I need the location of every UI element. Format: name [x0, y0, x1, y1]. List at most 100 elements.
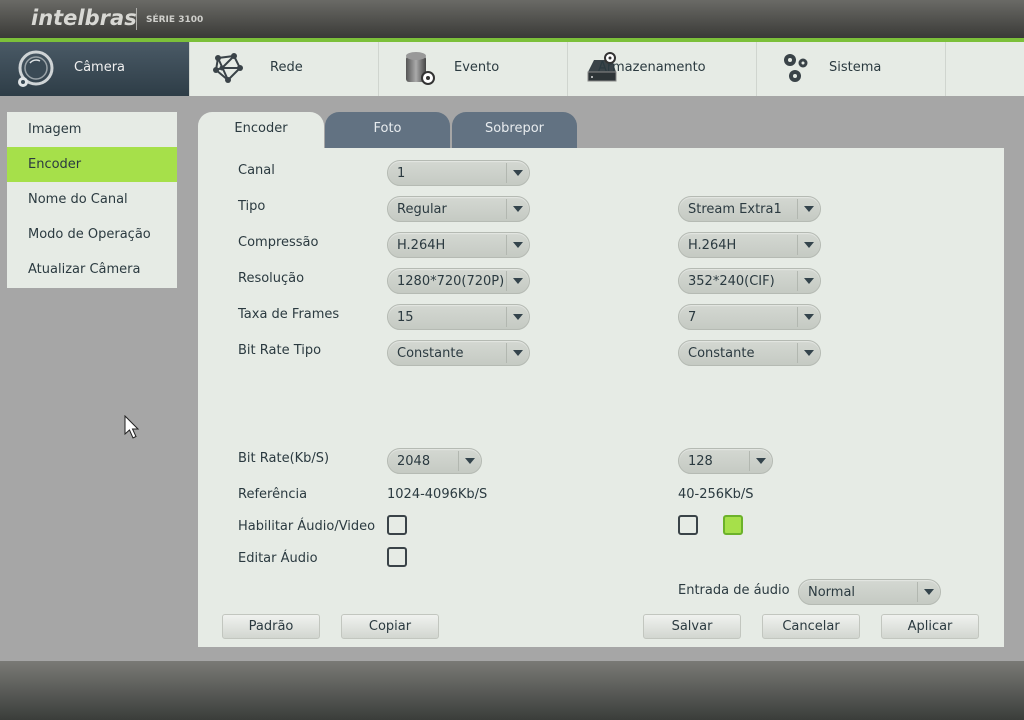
select-divider — [797, 235, 798, 255]
bitrate-tipo-select-extra[interactable]: Constante — [678, 340, 821, 366]
main-nav: Câmera Rede Evento Armazenamento Sistema — [0, 42, 1024, 96]
nav-label: Sistema — [829, 60, 882, 75]
bitrate-select-main[interactable]: 2048 — [387, 448, 482, 474]
compressao-main-value: H.264H — [397, 238, 446, 253]
referencia-label: Referência — [238, 487, 308, 502]
select-divider — [506, 163, 507, 183]
bitrate-tipo-select-main[interactable]: Constante — [387, 340, 530, 366]
resolucao-label: Resolução — [238, 271, 305, 286]
nav-item-evento[interactable]: Evento — [379, 42, 568, 96]
chevron-down-icon — [756, 458, 766, 464]
resolucao-select-extra[interactable]: 352*240(CIF) — [678, 268, 821, 294]
compressao-select-main[interactable]: H.264H — [387, 232, 530, 258]
tipo-main-value: Regular — [397, 202, 447, 217]
canal-select[interactable]: 1 — [387, 160, 530, 186]
side-menu: Imagem Encoder Nome do Canal Modo de Ope… — [7, 112, 177, 288]
nav-label: Rede — [270, 60, 303, 75]
resolucao-select-main[interactable]: 1280*720(720P) — [387, 268, 530, 294]
nav-item-armazenamento[interactable]: Armazenamento — [568, 42, 757, 96]
resolucao-extra-value: 352*240(CIF) — [688, 274, 775, 289]
chevron-down-icon — [513, 242, 523, 248]
padrao-button[interactable]: Padrão — [222, 614, 320, 639]
chevron-down-icon — [513, 206, 523, 212]
taxa-label: Taxa de Frames — [238, 307, 340, 322]
select-divider — [506, 271, 507, 291]
brand-logo: intelbras — [31, 6, 137, 30]
chevron-down-icon — [804, 278, 814, 284]
bitrate-tipo-label: Bit Rate Tipo — [238, 343, 322, 358]
taxa-main-value: 15 — [397, 310, 414, 325]
copiar-button[interactable]: Copiar — [341, 614, 439, 639]
tab-encoder[interactable]: Encoder — [198, 112, 324, 148]
select-divider — [797, 307, 798, 327]
tipo-select-extra[interactable]: Stream Extra1 — [678, 196, 821, 222]
bitrate-tipo-extra-value: Constante — [688, 346, 755, 361]
taxa-select-main[interactable]: 15 — [387, 304, 530, 330]
entrada-audio-select[interactable]: Normal — [798, 579, 941, 605]
select-divider — [917, 582, 918, 602]
tab-sobrepor[interactable]: Sobrepor — [452, 112, 577, 148]
resolucao-main-value: 1280*720(720P) — [397, 274, 505, 289]
encoder-panel: Canal 1 Tipo Regular Stream Extra1 Compr… — [198, 148, 1004, 647]
mouse-cursor-icon — [124, 415, 140, 439]
entrada-audio-value: Normal — [808, 585, 856, 600]
select-divider — [797, 343, 798, 363]
nav-item-sistema[interactable]: Sistema — [757, 42, 946, 96]
referencia-main-value: 1024-4096Kb/S — [387, 487, 488, 502]
tab-foto[interactable]: Foto — [325, 112, 450, 148]
tipo-label: Tipo — [238, 199, 266, 214]
aplicar-button[interactable]: Aplicar — [881, 614, 979, 639]
network-icon — [213, 53, 243, 83]
entrada-audio-label: Entrada de áudio — [678, 583, 790, 598]
habilitar-main-checkbox[interactable] — [387, 515, 407, 535]
gears-icon — [784, 54, 808, 82]
editar-audio-label: Editar Áudio — [238, 551, 318, 566]
chevron-down-icon — [804, 206, 814, 212]
alarm-icon — [406, 52, 435, 85]
side-item-imagem[interactable]: Imagem — [7, 112, 177, 147]
select-divider — [506, 343, 507, 363]
nav-item-camera[interactable]: Câmera — [0, 42, 190, 96]
chevron-down-icon — [513, 314, 523, 320]
chevron-down-icon — [804, 350, 814, 356]
side-item-nome-do-canal[interactable]: Nome do Canal — [7, 182, 177, 217]
taxa-select-extra[interactable]: 7 — [678, 304, 821, 330]
side-item-atualizar-camera[interactable]: Atualizar Câmera — [7, 252, 177, 287]
tipo-select-main[interactable]: Regular — [387, 196, 530, 222]
referencia-extra-value: 40-256Kb/S — [678, 487, 754, 502]
taxa-extra-value: 7 — [688, 310, 697, 325]
camera-lens-icon — [18, 50, 54, 87]
chevron-down-icon — [804, 242, 814, 248]
canal-value: 1 — [397, 166, 406, 181]
compressao-extra-value: H.264H — [688, 238, 737, 253]
select-divider — [458, 451, 459, 471]
select-divider — [797, 199, 798, 219]
chevron-down-icon — [513, 278, 523, 284]
select-divider — [749, 451, 750, 471]
nav-label: Armazenamento — [598, 60, 706, 75]
chevron-down-icon — [513, 170, 523, 176]
side-item-modo-de-operacao[interactable]: Modo de Operação — [7, 217, 177, 252]
editar-audio-checkbox[interactable] — [387, 547, 407, 567]
bottom-bar — [0, 661, 1024, 720]
select-divider — [506, 199, 507, 219]
tipo-extra-value: Stream Extra1 — [688, 202, 782, 217]
select-divider — [506, 307, 507, 327]
nav-item-empty — [946, 42, 1024, 96]
chevron-down-icon — [513, 350, 523, 356]
side-item-encoder[interactable]: Encoder — [7, 147, 177, 182]
compressao-select-extra[interactable]: H.264H — [678, 232, 821, 258]
cancelar-button[interactable]: Cancelar — [762, 614, 860, 639]
chevron-down-icon — [465, 458, 475, 464]
bitrate-select-extra[interactable]: 128 — [678, 448, 773, 474]
nav-item-rede[interactable]: Rede — [190, 42, 379, 96]
series-label: SÉRIE 3100 — [146, 15, 204, 25]
logo-divider — [136, 8, 137, 30]
compressao-label: Compressão — [238, 235, 319, 250]
bitrate-tipo-main-value: Constante — [397, 346, 464, 361]
top-header: intelbras SÉRIE 3100 — [0, 0, 1024, 38]
salvar-button[interactable]: Salvar — [643, 614, 741, 639]
habilitar-extra2-checkbox[interactable] — [723, 515, 743, 535]
bitrate-main-value: 2048 — [397, 454, 431, 469]
habilitar-extra-checkbox[interactable] — [678, 515, 698, 535]
